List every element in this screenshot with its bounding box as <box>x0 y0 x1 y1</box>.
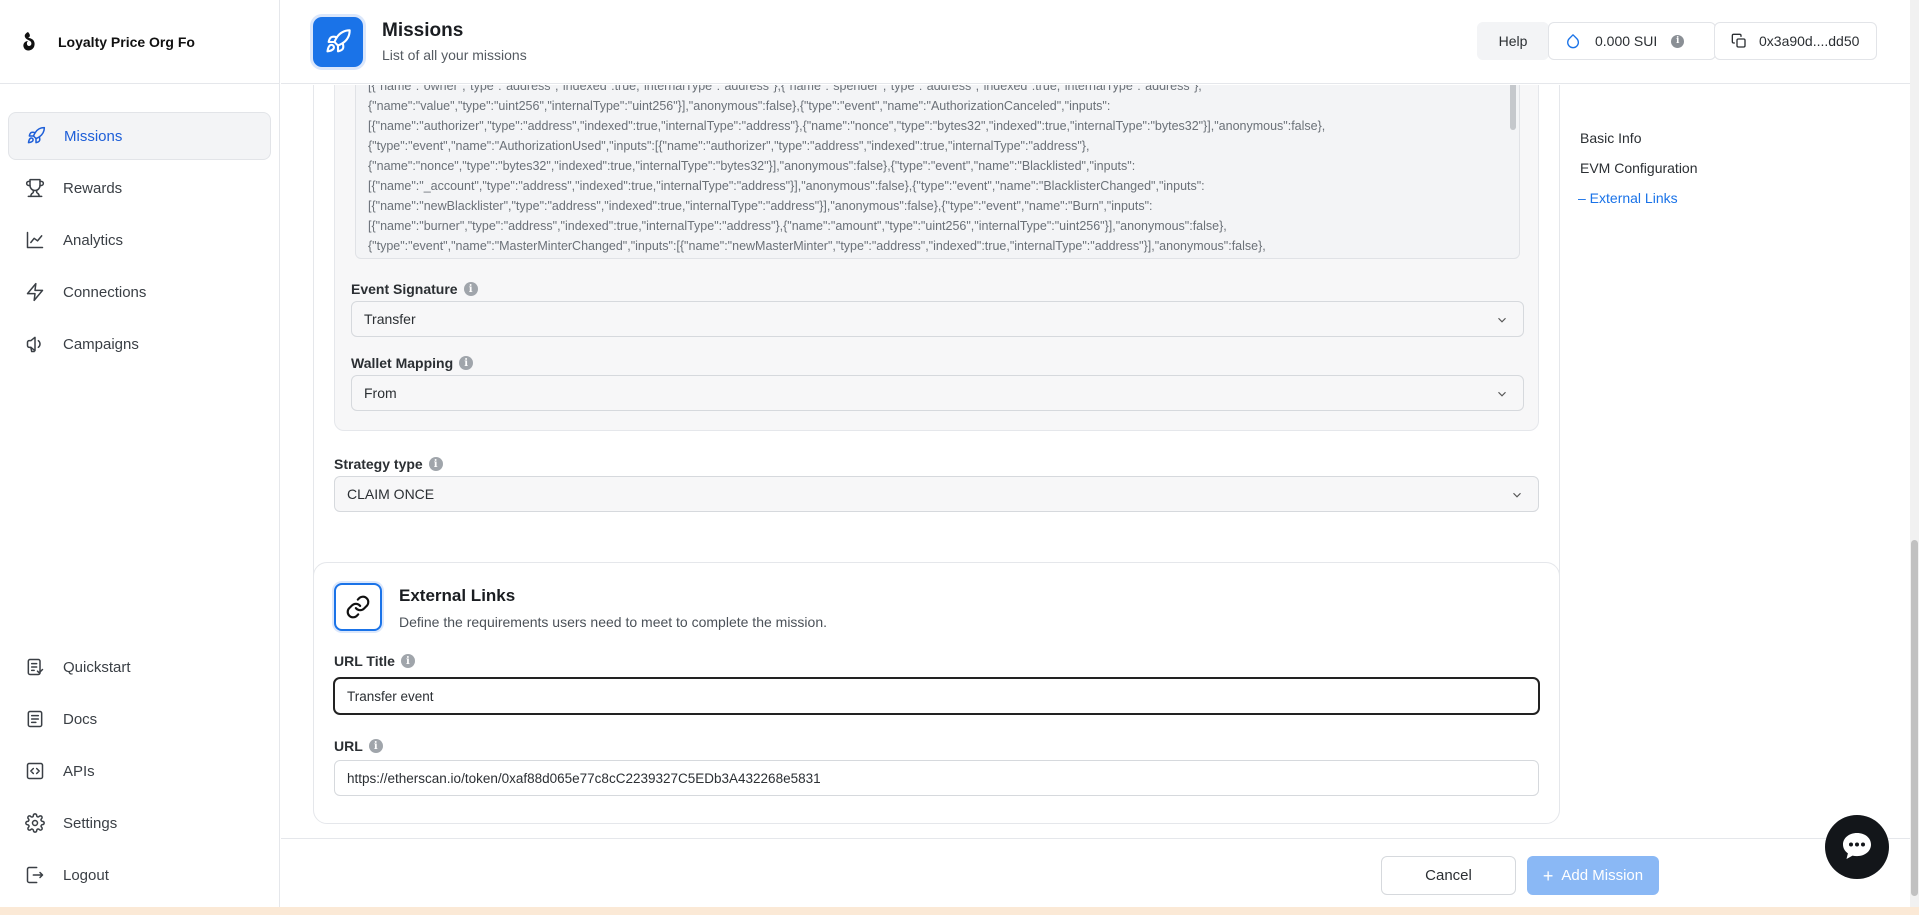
abi-scrollbar[interactable] <box>1509 85 1517 258</box>
abi-textarea[interactable]: [{"name":"owner","type":"address","index… <box>355 85 1520 259</box>
nav-item-campaigns[interactable]: Campaigns <box>8 320 271 368</box>
url-value: https://etherscan.io/token/0xaf88d065e77… <box>347 770 821 786</box>
rocket-icon <box>26 126 46 146</box>
chevron-down-icon <box>1510 488 1524 505</box>
strategy-type-value: CLAIM ONCE <box>347 486 435 502</box>
chart-line-icon <box>25 230 45 250</box>
nav-label: Settings <box>63 814 118 832</box>
bottom-strip <box>0 907 1919 915</box>
nav-item-settings[interactable]: Settings <box>8 799 271 847</box>
wallet-mapping-value: From <box>364 385 397 401</box>
chat-widget-button[interactable] <box>1825 815 1889 879</box>
gear-icon <box>25 813 45 833</box>
main-nav: Missions Rewards Analytics Connections C… <box>0 84 279 368</box>
missions-rocket-icon <box>313 17 363 67</box>
add-mission-button[interactable]: + Add Mission <box>1527 856 1659 895</box>
url-label-text: URL <box>334 738 363 754</box>
cancel-button[interactable]: Cancel <box>1381 856 1516 895</box>
trophy-icon <box>25 178 45 198</box>
url-title-input[interactable]: Transfer event <box>333 677 1540 715</box>
page-title: Missions <box>382 20 464 41</box>
external-links-title: External Links <box>399 586 516 605</box>
section-toc: Basic Info EVM Configuration – External … <box>1578 130 1698 220</box>
add-mission-label: Add Mission <box>1561 867 1644 884</box>
help-button[interactable]: Help <box>1477 22 1549 60</box>
logout-icon <box>25 865 45 885</box>
abi-text: [{"name":"owner","type":"address","index… <box>368 85 1326 253</box>
top-header: Missions List of all your missions Help … <box>281 0 1919 84</box>
info-icon[interactable]: i <box>463 282 478 296</box>
chevron-down-icon <box>1495 387 1509 404</box>
checklist-icon <box>25 657 45 677</box>
droplet-icon <box>1565 33 1581 49</box>
toc-external-links[interactable]: – External Links <box>1578 190 1698 206</box>
nav-label: APIs <box>63 762 95 780</box>
url-title-value: Transfer event <box>347 688 434 704</box>
wallet-mapping-select[interactable]: From <box>351 375 1524 411</box>
info-icon[interactable]: i <box>368 739 383 753</box>
nav-label: Missions <box>64 127 123 145</box>
nav-item-analytics[interactable]: Analytics <box>8 216 271 264</box>
strategy-type-label-text: Strategy type <box>334 456 423 472</box>
nav-label: Connections <box>63 283 147 301</box>
balance-button[interactable]: 0.000 SUI i <box>1548 22 1716 60</box>
nav-item-missions[interactable]: Missions <box>8 112 271 160</box>
brand-logo-icon <box>22 31 42 53</box>
document-icon <box>25 709 45 729</box>
nav-item-apis[interactable]: APIs <box>8 747 271 795</box>
nav-label: Analytics <box>63 231 124 249</box>
balance-value: 0.000 SUI <box>1595 33 1658 49</box>
event-signature-label-text: Event Signature <box>351 281 458 297</box>
lightning-icon <box>25 282 45 302</box>
page-scrollbar-thumb[interactable] <box>1911 540 1918 896</box>
nav-label: Docs <box>63 710 98 728</box>
link-icon <box>334 583 382 631</box>
nav-item-quickstart[interactable]: Quickstart <box>8 643 271 691</box>
nav-item-docs[interactable]: Docs <box>8 695 271 743</box>
event-signature-label: Event Signature i <box>351 281 478 297</box>
info-icon[interactable]: i <box>400 654 415 668</box>
plus-icon: + <box>1542 865 1554 886</box>
url-title-label-text: URL Title <box>334 653 395 669</box>
info-icon: i <box>1671 34 1685 48</box>
strategy-type-label: Strategy type i <box>334 456 443 472</box>
brand[interactable]: Loyalty Price Org Fo <box>0 0 279 84</box>
sidebar: Loyalty Price Org Fo Missions Rewards An… <box>0 0 280 907</box>
copy-icon <box>1731 33 1747 49</box>
brand-name: Loyalty Price Org Fo <box>58 33 195 50</box>
wallet-address: 0x3a90d....dd50 <box>1759 33 1860 49</box>
chevron-down-icon <box>1495 313 1509 330</box>
evm-configuration-card: [{"name":"owner","type":"address","index… <box>313 85 1560 620</box>
abi-scrollbar-thumb[interactable] <box>1510 85 1516 130</box>
event-config-box: [{"name":"owner","type":"address","index… <box>334 85 1539 431</box>
nav-label: Campaigns <box>63 335 139 353</box>
toc-basic-info[interactable]: Basic Info <box>1580 130 1698 146</box>
info-icon[interactable]: i <box>428 457 443 471</box>
nav-item-rewards[interactable]: Rewards <box>8 164 271 212</box>
info-icon[interactable]: i <box>459 356 474 370</box>
nav-label: Rewards <box>63 179 123 197</box>
url-label: URL i <box>334 738 383 754</box>
form-footer: Cancel + Add Mission <box>281 838 1919 907</box>
toc-evm-configuration[interactable]: EVM Configuration <box>1580 160 1698 176</box>
nav-label: Logout <box>63 866 109 884</box>
external-links-subtitle: Define the requirements users need to me… <box>399 614 827 630</box>
chat-bubble-icon <box>1840 830 1874 865</box>
secondary-nav: Quickstart Docs APIs Settings Logout <box>8 643 271 903</box>
nav-item-connections[interactable]: Connections <box>8 268 271 316</box>
event-signature-select[interactable]: Transfer <box>351 301 1524 337</box>
nav-label: Quickstart <box>63 658 131 676</box>
wallet-address-button[interactable]: 0x3a90d....dd50 <box>1714 22 1877 60</box>
event-signature-value: Transfer <box>364 311 416 327</box>
code-icon <box>25 761 45 781</box>
nav-item-logout[interactable]: Logout <box>8 851 271 899</box>
wallet-mapping-label-text: Wallet Mapping <box>351 355 454 371</box>
url-input[interactable]: https://etherscan.io/token/0xaf88d065e77… <box>334 760 1539 796</box>
megaphone-icon <box>25 334 45 354</box>
url-title-label: URL Title i <box>334 653 415 669</box>
page-subtitle: List of all your missions <box>382 47 527 63</box>
external-links-card: External Links Define the requirements u… <box>313 562 1560 824</box>
strategy-type-select[interactable]: CLAIM ONCE <box>334 476 1539 512</box>
wallet-mapping-label: Wallet Mapping i <box>351 355 474 371</box>
